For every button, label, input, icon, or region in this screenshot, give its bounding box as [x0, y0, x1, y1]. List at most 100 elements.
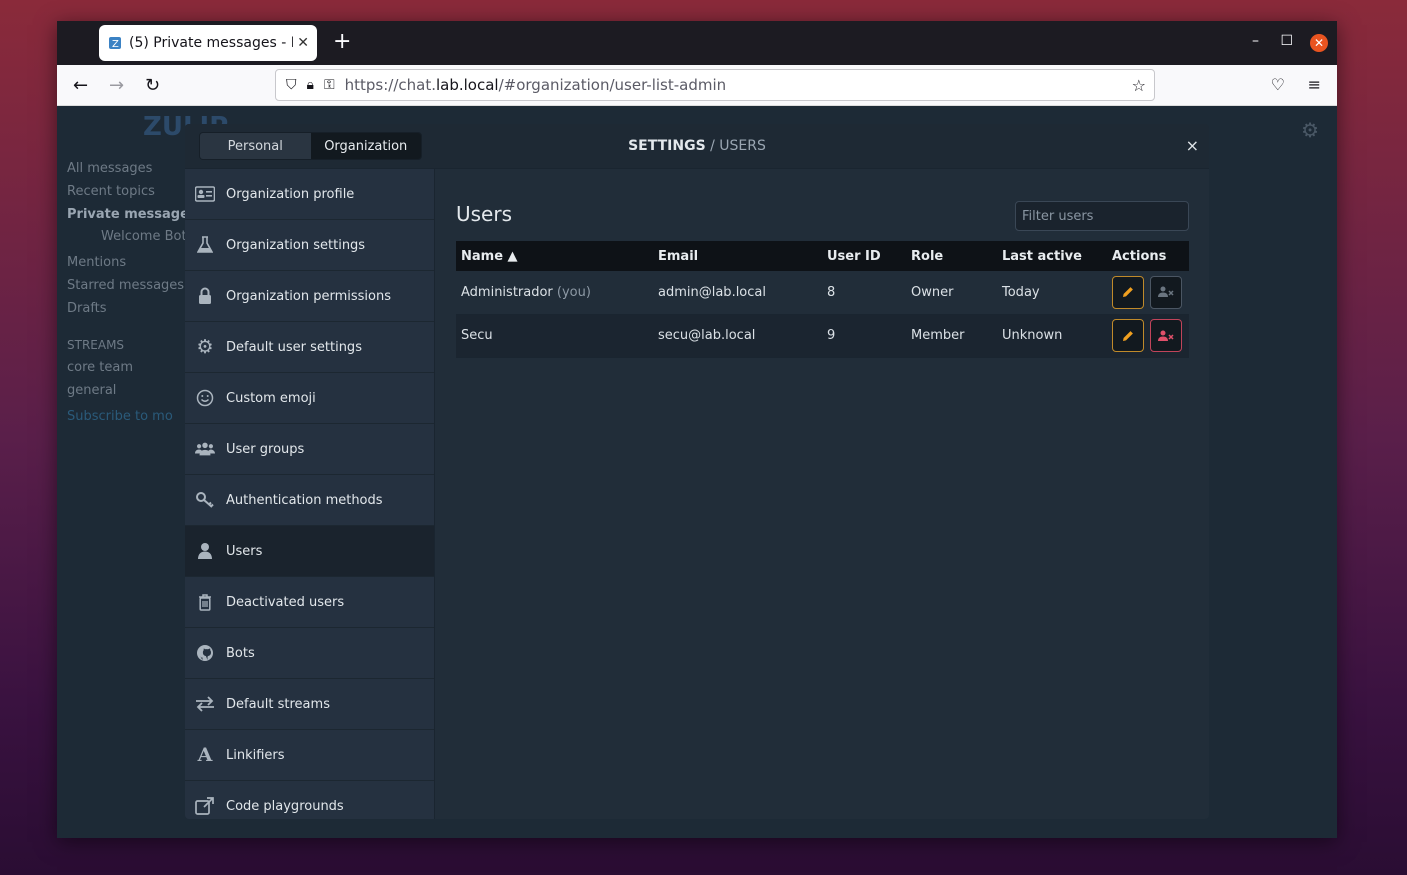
browser-tab[interactable]: Z (5) Private messages - LA ✕ — [99, 25, 317, 61]
tab-close-icon[interactable]: ✕ — [297, 35, 309, 51]
sidebar-item-user-groups[interactable]: User groups — [185, 424, 434, 475]
close-icon[interactable]: × — [1186, 136, 1199, 155]
bg-nav-welcome-bot[interactable]: Welcome Bot — [101, 229, 187, 244]
exchange-icon — [195, 694, 215, 714]
smile-icon — [195, 388, 215, 408]
sidebar-item-label: Authentication methods — [226, 492, 383, 508]
user-role: Owner — [906, 271, 997, 315]
bg-stream-core-team[interactable]: core team — [67, 360, 133, 375]
table-row: Administrador (you) admin@lab.local 8 Ow… — [456, 271, 1189, 315]
menu-icon[interactable]: ≡ — [1308, 75, 1321, 94]
deactivate-user-button[interactable] — [1150, 275, 1183, 309]
sidebar-item-users[interactable]: Users — [185, 526, 434, 577]
users-table: Name ▲ Email User ID Role Last active Ac… — [456, 241, 1189, 358]
column-header-name[interactable]: Name ▲ — [456, 241, 653, 271]
column-header-user-id[interactable]: User ID — [822, 241, 906, 271]
user-id: 8 — [822, 271, 906, 315]
svg-text:Z: Z — [112, 39, 119, 50]
sidebar-item-label: Linkifiers — [226, 747, 285, 763]
sidebar-item-label: User groups — [226, 441, 305, 457]
page-title: Users — [456, 202, 513, 226]
pencil-icon — [1123, 330, 1133, 341]
edit-user-button[interactable] — [1112, 275, 1144, 309]
bg-nav-recent-topics[interactable]: Recent topics — [67, 184, 155, 199]
user-name-cell: Administrador (you) — [456, 271, 653, 315]
trash-icon — [195, 592, 215, 612]
modal-header: Personal Organization SETTINGS / USERS × — [185, 124, 1209, 169]
lock-icon[interactable]: 🔒︎ — [307, 77, 314, 93]
forward-icon[interactable]: → — [109, 75, 124, 96]
url-text: https://chat.lab.local/#organization/use… — [344, 76, 727, 94]
maximize-icon[interactable]: ☐ — [1280, 33, 1293, 49]
user-id: 9 — [822, 314, 906, 358]
sidebar-item-default-user-settings[interactable]: ⚙ Default user settings — [185, 322, 434, 373]
key-icon — [195, 490, 215, 510]
sidebar-item-organization-settings[interactable]: Organization settings — [185, 220, 434, 271]
sidebar-item-bots[interactable]: Bots — [185, 628, 434, 679]
deactivate-user-button[interactable] — [1150, 319, 1183, 352]
table-row: Secu secu@lab.local 9 Member Unknown — [456, 314, 1189, 358]
github-icon — [195, 643, 215, 663]
user-email: secu@lab.local — [653, 314, 822, 358]
background-left-sidebar: All messages Recent topics Private messa… — [57, 106, 197, 838]
user-name[interactable]: Administrador — [461, 285, 553, 300]
you-label: (you) — [556, 284, 591, 300]
browser-window: Z (5) Private messages - LA ✕ + – ☐ ✕ ← … — [57, 21, 1337, 838]
sidebar-item-linkifiers[interactable]: A Linkifiers — [185, 730, 434, 781]
pocket-icon[interactable]: ♡ — [1271, 75, 1285, 94]
edit-user-button[interactable] — [1112, 319, 1144, 352]
user-email: admin@lab.local — [653, 271, 822, 315]
reload-icon[interactable]: ↻ — [145, 75, 160, 96]
bg-nav-starred[interactable]: Starred messages — [67, 278, 184, 293]
sidebar-item-deactivated-users[interactable]: Deactivated users — [185, 577, 434, 628]
bg-nav-drafts[interactable]: Drafts — [67, 301, 107, 316]
sidebar-item-label: Code playgrounds — [226, 798, 344, 814]
sidebar-item-organization-profile[interactable]: Organization profile — [185, 169, 434, 220]
column-header-email[interactable]: Email — [653, 241, 822, 271]
gear-icon: ⚙ — [196, 336, 214, 358]
user-last-active: Unknown — [997, 314, 1107, 358]
sidebar-item-organization-permissions[interactable]: Organization permissions — [185, 271, 434, 322]
bg-stream-general[interactable]: general — [67, 383, 116, 398]
user-role: Member — [906, 314, 997, 358]
url-bar[interactable]: ⛉ 🔒︎ ⚿ https://chat.lab.local/#organizat… — [275, 69, 1155, 101]
user-name-cell: Secu — [456, 314, 653, 358]
column-header-actions: Actions — [1107, 241, 1189, 271]
back-icon[interactable]: ← — [73, 75, 88, 96]
sidebar-item-code-playgrounds[interactable]: Code playgrounds — [185, 781, 434, 819]
flask-icon — [195, 235, 215, 255]
id-card-icon — [195, 184, 215, 204]
bg-nav-private-messages[interactable]: Private messages — [67, 207, 197, 222]
bg-subscribe-link[interactable]: Subscribe to mo — [67, 409, 173, 424]
bg-nav-all-messages[interactable]: All messages — [67, 161, 152, 176]
zulip-page: All messages Recent topics Private messa… — [57, 106, 1337, 838]
pencil-icon — [1123, 287, 1133, 298]
user-name[interactable]: Secu — [461, 328, 493, 343]
lock-icon — [195, 286, 215, 306]
user-times-icon — [1158, 286, 1174, 298]
key-icon[interactable]: ⚿ — [324, 77, 335, 93]
column-header-role[interactable]: Role — [906, 241, 997, 271]
user-last-active: Today — [997, 271, 1107, 315]
user-times-icon — [1158, 330, 1174, 341]
settings-gear-icon[interactable]: ⚙ — [1301, 118, 1319, 142]
sidebar-item-label: Organization profile — [226, 186, 355, 202]
window-close-icon[interactable]: ✕ — [1310, 34, 1328, 52]
sidebar-item-custom-emoji[interactable]: Custom emoji — [185, 373, 434, 424]
bg-streams-label: STREAMS — [67, 338, 125, 352]
filter-users-input[interactable] — [1015, 201, 1189, 231]
sidebar-item-authentication-methods[interactable]: Authentication methods — [185, 475, 434, 526]
sidebar-item-default-streams[interactable]: Default streams — [185, 679, 434, 730]
users-icon — [195, 439, 215, 459]
column-header-last-active[interactable]: Last active — [997, 241, 1107, 271]
shield-icon[interactable]: ⛉ — [286, 77, 297, 93]
new-tab-icon[interactable]: + — [333, 31, 351, 53]
sidebar-item-label: Custom emoji — [226, 390, 316, 406]
bookmark-star-icon[interactable]: ☆ — [1132, 76, 1146, 95]
bg-nav-mentions[interactable]: Mentions — [67, 255, 126, 270]
modal-title: SETTINGS / USERS — [628, 138, 766, 154]
settings-sidebar: Organization profile Organization settin… — [185, 169, 435, 819]
minimize-icon[interactable]: – — [1252, 33, 1259, 49]
sidebar-item-label: Deactivated users — [226, 594, 345, 610]
nav-bar: ← → ↻ ⛉ 🔒︎ ⚿ https://chat.lab.local/#org… — [57, 65, 1337, 106]
